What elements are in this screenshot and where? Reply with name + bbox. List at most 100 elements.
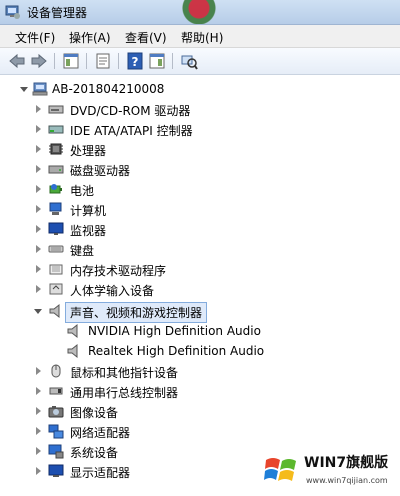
menu-action[interactable]: 操作(A) [66, 29, 114, 46]
expand-arrow-icon[interactable] [36, 407, 41, 415]
speaker-icon [49, 303, 60, 319]
collapse-arrow-icon[interactable] [34, 309, 42, 314]
watermark: WIN7旗舰版 www.win7qijian.com [256, 450, 398, 494]
tree-item-label: NVIDIA High Definition Audio [88, 324, 261, 338]
keyboard-icon [48, 245, 64, 253]
dvd-drive-icon [48, 105, 64, 114]
menu-file[interactable]: 文件(F) [12, 29, 58, 46]
device-tree: AB-201804210008 DVD/CD-ROM 驱动器 IDE ATA/A… [0, 75, 400, 496]
tree-root[interactable]: AB-201804210008 [0, 79, 400, 99]
tree-item-sound-video-game[interactable]: 声音、视频和游戏控制器 [0, 301, 400, 323]
tree-item-label: 处理器 [70, 144, 107, 158]
tree-item-label: 电池 [70, 184, 95, 198]
tree-item-label: 声音、视频和游戏控制器 [65, 302, 208, 323]
expand-arrow-icon[interactable] [36, 387, 41, 395]
tree-item-network[interactable]: 网络适配器 [0, 421, 400, 441]
camera-icon [48, 406, 64, 418]
tree-item-label: 计算机 [70, 204, 107, 218]
tree-item-dvd[interactable]: DVD/CD-ROM 驱动器 [0, 99, 400, 119]
tree-item-label: IDE ATA/ATAPI 控制器 [70, 124, 193, 138]
toolbar-separator [118, 53, 119, 69]
mouse-icon [51, 364, 61, 378]
collapse-arrow-icon[interactable] [20, 87, 28, 92]
menu-view[interactable]: 查看(V) [122, 29, 170, 46]
expand-arrow-icon[interactable] [36, 165, 41, 173]
tree-item-imaging[interactable]: 图像设备 [0, 401, 400, 421]
tree-item-label: 显示适配器 [70, 466, 131, 480]
tree-item-label: 图像设备 [70, 406, 119, 420]
window-title: 设备管理器 [27, 6, 88, 20]
ide-controller-icon [48, 125, 64, 134]
expand-arrow-icon[interactable] [36, 145, 41, 153]
properties-icon[interactable] [94, 52, 112, 70]
menu-help[interactable]: 帮助(H) [178, 29, 226, 46]
tree-item-realtek-audio[interactable]: Realtek High Definition Audio [0, 341, 400, 361]
system-device-icon [48, 444, 64, 459]
network-adapter-icon [48, 424, 64, 439]
tree-item-label: 监视器 [70, 224, 107, 238]
windows-logo-icon [264, 458, 296, 481]
tree-item-nvidia-audio[interactable]: NVIDIA High Definition Audio [0, 321, 400, 341]
tree-item-label: Realtek High Definition Audio [88, 344, 265, 358]
expand-arrow-icon[interactable] [36, 427, 41, 435]
action-pane-icon[interactable] [148, 52, 166, 70]
expand-arrow-icon[interactable] [36, 205, 41, 213]
tree-item-mouse[interactable]: 鼠标和其他指针设备 [0, 361, 400, 381]
speaker-icon [67, 343, 78, 359]
display-adapter-icon [48, 464, 64, 477]
expand-arrow-icon[interactable] [36, 285, 41, 293]
watermark-url: www.win7qijian.com [306, 476, 388, 485]
menu-bar: 文件(F) 操作(A) 查看(V) 帮助(H) [0, 25, 400, 48]
tree-item-usb[interactable]: 通用串行总线控制器 [0, 381, 400, 401]
tree-item-hid[interactable]: 人体学输入设备 [0, 279, 400, 299]
device-manager-icon [5, 5, 20, 19]
tree-item-label: 网络适配器 [70, 426, 131, 440]
memory-icon [49, 264, 63, 275]
tree-item-label: 系统设备 [70, 446, 119, 460]
battery-icon [49, 184, 62, 194]
help-icon[interactable]: ? [126, 52, 144, 70]
title-bar-background-decoration [175, 0, 223, 24]
tree-item-label: 通用串行总线控制器 [70, 386, 179, 400]
tree-item-label: 人体学输入设备 [70, 284, 155, 298]
expand-arrow-icon[interactable] [36, 185, 41, 193]
svg-text:?: ? [132, 55, 139, 69]
tree-root-label: AB-201804210008 [52, 82, 165, 96]
toolbar-separator [172, 53, 173, 69]
tree-item-ide[interactable]: IDE ATA/ATAPI 控制器 [0, 119, 400, 139]
tree-item-processor[interactable]: 处理器 [0, 139, 400, 159]
back-arrow-icon[interactable] [8, 52, 26, 70]
expand-arrow-icon[interactable] [36, 367, 41, 375]
expand-arrow-icon[interactable] [36, 447, 41, 455]
expand-arrow-icon[interactable] [36, 245, 41, 253]
tree-item-label: 内存技术驱动程序 [70, 264, 167, 278]
disk-drive-icon [48, 165, 64, 174]
tree-item-monitor[interactable]: 监视器 [0, 219, 400, 239]
tree-item-disk[interactable]: 磁盘驱动器 [0, 159, 400, 179]
tree-item-computer[interactable]: 计算机 [0, 199, 400, 219]
tree-item-label: 键盘 [70, 244, 95, 258]
toolbar-separator [54, 53, 55, 69]
computer-icon [32, 82, 48, 96]
expand-arrow-icon[interactable] [36, 125, 41, 133]
toolbar-separator [86, 53, 87, 69]
watermark-brand: WIN7旗舰版 [304, 455, 389, 471]
processor-icon [49, 143, 63, 155]
tree-item-keyboard[interactable]: 键盘 [0, 239, 400, 259]
scan-hardware-icon[interactable] [180, 52, 198, 70]
tree-item-label: 鼠标和其他指针设备 [70, 366, 179, 380]
show-hide-tree-icon[interactable] [62, 52, 80, 70]
expand-arrow-icon[interactable] [36, 467, 41, 475]
computer-icon [49, 202, 62, 215]
tree-item-label: DVD/CD-ROM 驱动器 [70, 104, 191, 118]
expand-arrow-icon[interactable] [36, 225, 41, 233]
speaker-icon [67, 323, 78, 339]
forward-arrow-icon[interactable] [30, 52, 48, 70]
tree-item-battery[interactable]: 电池 [0, 179, 400, 199]
expand-arrow-icon[interactable] [36, 105, 41, 113]
hid-icon [49, 283, 63, 295]
expand-arrow-icon[interactable] [36, 265, 41, 273]
tree-item-memory[interactable]: 内存技术驱动程序 [0, 259, 400, 279]
toolbar: ? [0, 48, 400, 75]
title-bar: 设备管理器 [0, 0, 400, 25]
